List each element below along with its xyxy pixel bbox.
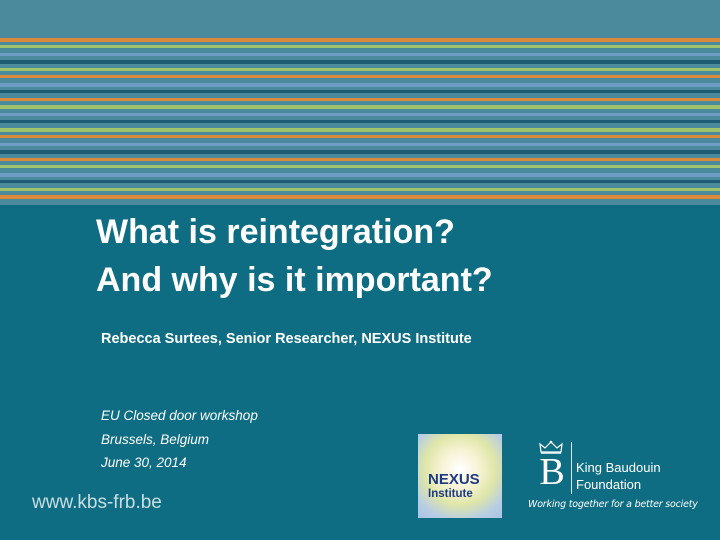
stripe-line [0, 105, 720, 109]
stripe-line [0, 150, 720, 154]
stripe-line [0, 188, 720, 191]
stripe-line [0, 180, 720, 183]
event-details: EU Closed door workshop Brussels, Belgiu… [101, 404, 258, 475]
event-location: Brussels, Belgium [101, 431, 210, 447]
stripe-line [0, 158, 720, 161]
decorative-stripes [0, 0, 720, 205]
event-date: June 30, 2014 [101, 455, 187, 470]
stripe-line [0, 38, 720, 42]
stripe-line [0, 135, 720, 138]
stripe-line [0, 83, 720, 87]
kbf-name-line-2: Foundation [576, 477, 642, 492]
kbf-b-monogram: B [539, 451, 565, 493]
kbf-name: King Baudouin Foundation [576, 459, 661, 493]
nexus-logo-name: NEXUS [428, 471, 480, 488]
stripe-line [0, 75, 720, 78]
nexus-institute-logo: NEXUS Institute [418, 434, 502, 518]
kbf-divider [571, 442, 572, 494]
kbf-tagline: Working together for a better society [528, 499, 698, 510]
stripe-line [0, 60, 720, 64]
slide-title: What is reintegration? And why is it imp… [96, 208, 656, 304]
stripe-line [0, 143, 720, 146]
stripe-line [0, 68, 720, 71]
title-line-2: And why is it important? [96, 261, 493, 299]
stripe-line [0, 165, 720, 168]
stripe-line [0, 98, 720, 101]
slide: What is reintegration? And why is it imp… [0, 0, 720, 540]
stripe-line [0, 90, 720, 93]
stripe-line [0, 128, 720, 132]
stripe-line [0, 53, 720, 56]
event-name: EU Closed door workshop [101, 408, 258, 423]
presenter-line: Rebecca Surtees, Senior Researcher, NEXU… [101, 331, 472, 347]
stripe-line [0, 45, 720, 48]
nexus-logo-sub: Institute [428, 488, 473, 500]
stripe-line [0, 173, 720, 177]
footer-url: www.kbs-frb.be [32, 492, 162, 513]
title-line-1: What is reintegration? [96, 213, 455, 251]
stripe-line [0, 120, 720, 123]
king-baudouin-foundation-logo: B King Baudouin Foundation Working toget… [526, 440, 716, 520]
kbf-name-line-1: King Baudouin [576, 460, 661, 475]
stripe-line [0, 195, 720, 199]
stripe-line [0, 113, 720, 116]
